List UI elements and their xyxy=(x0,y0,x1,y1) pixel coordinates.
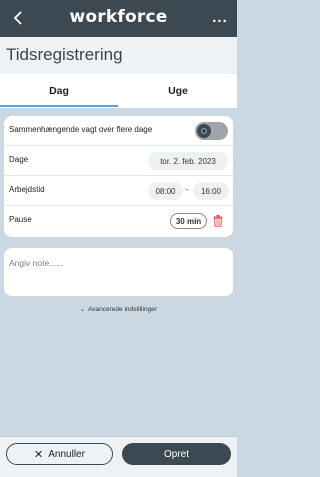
note-placeholder: Angiv note...... xyxy=(9,258,64,268)
time-separator: - xyxy=(186,185,189,194)
worktime-label: Arbejdstid xyxy=(9,185,45,194)
start-time-picker[interactable]: 08:00 xyxy=(148,182,183,200)
trash-icon[interactable] xyxy=(211,213,225,229)
time-registration-card: Sammenhængende vagt over flere dage Dage… xyxy=(4,116,233,237)
bottom-action-bar: ✕ Annuller Opret xyxy=(0,436,237,477)
app-screen: workforce ... Tidsregistrering Dag Uge S… xyxy=(0,0,237,477)
cancel-button[interactable]: ✕ Annuller xyxy=(6,443,113,465)
tab-week[interactable]: Uge xyxy=(119,74,237,108)
top-bar: workforce ... xyxy=(0,0,237,37)
app-brand: workforce xyxy=(69,7,168,27)
date-row: Dage tor. 2. feb. 2023 xyxy=(4,146,233,176)
multi-day-label: Sammenhængende vagt over flere dage xyxy=(9,125,153,134)
close-icon: ✕ xyxy=(34,448,44,461)
create-button[interactable]: Opret xyxy=(122,443,231,465)
title-bar: Tidsregistrering xyxy=(0,37,237,74)
worktime-row: Arbejdstid 08:00 - 16:00 xyxy=(4,176,233,206)
page-title: Tidsregistrering xyxy=(6,45,123,64)
tab-bar: Dag Uge xyxy=(0,74,237,108)
toggle-knob xyxy=(197,124,211,138)
chevron-down-icon: ⌄ xyxy=(80,306,86,313)
end-time-picker[interactable]: 16:00 xyxy=(193,182,229,200)
multi-day-toggle[interactable] xyxy=(195,122,228,140)
advanced-settings-label: Avancerede indstillinger xyxy=(88,305,157,313)
active-tab-indicator xyxy=(0,105,118,107)
multi-day-row: Sammenhængende vagt over flere dage xyxy=(4,116,233,146)
pause-row: Pause 30 min xyxy=(4,206,233,236)
tab-day[interactable]: Dag xyxy=(0,74,118,108)
more-horizontal-icon[interactable]: ... xyxy=(211,8,229,26)
note-field[interactable]: Angiv note...... xyxy=(4,248,233,296)
date-picker[interactable]: tor. 2. feb. 2023 xyxy=(148,152,228,170)
advanced-settings-link[interactable]: ⌄ Avancerede indstillinger xyxy=(0,302,237,316)
date-label: Dage xyxy=(9,155,29,164)
pause-picker[interactable]: 30 min xyxy=(170,213,207,229)
cancel-label: Annuller xyxy=(48,448,85,460)
pause-label: Pause xyxy=(9,215,32,224)
